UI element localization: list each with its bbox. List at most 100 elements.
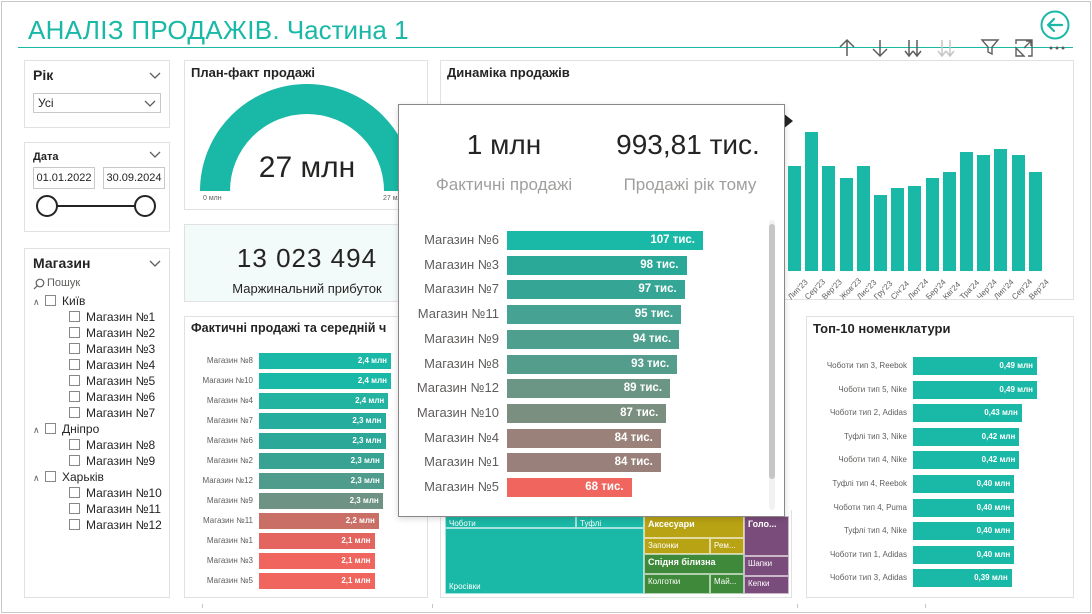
checkbox[interactable] (45, 423, 56, 434)
treemap-cell[interactable]: Кепки (744, 576, 789, 594)
sales-dynamics-bar[interactable] (960, 152, 973, 271)
fact-bar[interactable]: 2,4 млн (259, 393, 389, 409)
top10-bar-row[interactable]: Чоботи тип 4, Nike 0,42 млн (807, 451, 1075, 470)
sales-dynamics-bar[interactable] (839, 177, 853, 271)
checkbox[interactable] (69, 439, 80, 450)
checkbox[interactable] (69, 455, 80, 466)
sales-dynamics-bar[interactable] (977, 155, 991, 271)
double-arrow-down-icon[interactable] (902, 37, 924, 59)
store-item[interactable]: Магазин №10 (69, 485, 162, 501)
top10-bar-row[interactable]: Чоботи тип 3, Adidas 0,39 млн (807, 569, 1075, 588)
fact-bar-row[interactable]: Магазин №7 2,3 млн (185, 413, 429, 429)
sales-dynamics-bar[interactable] (942, 172, 956, 271)
chevron-down-icon[interactable] (149, 72, 161, 80)
store-item[interactable]: Магазин №1 (69, 309, 155, 325)
store-search-input[interactable]: Пошук (47, 277, 80, 289)
date-to-input[interactable]: 30.09.2024 (103, 167, 165, 189)
treemap-cell[interactable]: Рем... (710, 538, 744, 554)
sales-dynamics-bar[interactable] (874, 194, 887, 271)
fact-bar[interactable]: 2,2 млн (259, 513, 379, 529)
store-item[interactable]: Магазин №5 (69, 373, 155, 389)
top10-bar[interactable]: 0,49 млн (913, 357, 1037, 375)
store-item[interactable]: Магазин №12 (69, 517, 162, 533)
fact-bar[interactable]: 2,3 млн (259, 453, 384, 469)
top10-bar-row[interactable]: Чоботи тип 5, Nike 0,49 млн (807, 380, 1075, 399)
plan-fact-gauge[interactable] (195, 83, 419, 203)
fact-bar[interactable]: 2,1 млн (259, 533, 375, 549)
checkbox[interactable] (69, 391, 80, 402)
fact-bar-row[interactable]: Магазин №6 2,3 млн (185, 433, 429, 449)
fact-bar[interactable]: 2,3 млн (259, 473, 384, 489)
top10-bar[interactable]: 0,39 млн (913, 569, 1012, 588)
sales-dynamics-bar[interactable] (822, 165, 836, 271)
year-dropdown[interactable]: Усі (33, 93, 161, 113)
top10-bar-row[interactable]: Туфлі тип 3, Nike 0,42 млн (807, 427, 1075, 446)
fact-bar-row[interactable]: Магазин №1 2,1 млн (185, 533, 429, 549)
treemap-cell[interactable]: Аксесуари (644, 516, 744, 538)
sales-dynamics-bar[interactable] (856, 165, 870, 271)
sales-dynamics-bar[interactable] (1011, 155, 1025, 271)
top10-bar-row[interactable]: Туфлі тип 4, Reebok 0,40 млн (807, 475, 1075, 493)
fact-bar[interactable]: 2,1 млн (259, 573, 375, 589)
store-group-2[interactable]: ∧ Харьків (33, 469, 104, 485)
fact-bar-row[interactable]: Магазин №5 2,1 млн (185, 573, 429, 589)
fact-bar[interactable]: 2,1 млн (259, 553, 375, 569)
back-arrow-icon[interactable] (1040, 10, 1070, 40)
checkbox[interactable] (45, 471, 56, 482)
store-search[interactable]: Пошук (33, 276, 163, 292)
sales-dynamics-bar[interactable] (891, 187, 905, 271)
arrow-down-icon[interactable] (869, 37, 891, 59)
treemap-cell[interactable]: Май... (710, 574, 744, 594)
treemap-cell[interactable]: Туфлі (576, 516, 644, 528)
date-from-input[interactable]: 01.01.2022 (33, 167, 95, 189)
store-item[interactable]: Магазин №7 (69, 405, 155, 421)
sales-dynamics-bar[interactable] (925, 177, 939, 271)
top10-bar-row[interactable]: Чоботи тип 1, Adidas 0,40 млн (807, 545, 1075, 564)
checkbox[interactable] (69, 327, 80, 338)
top10-bar-row[interactable]: Чоботи тип 4, Puma 0,40 млн (807, 498, 1075, 517)
store-group-1[interactable]: ∧ Дніпро (33, 421, 99, 437)
fact-bar-row[interactable]: Магазин №3 2,1 млн (185, 553, 429, 569)
chevron-down-icon[interactable] (149, 260, 161, 268)
focus-mode-icon[interactable] (1013, 37, 1035, 59)
fact-bar[interactable]: 2,4 млн (259, 353, 391, 369)
checkbox[interactable] (69, 343, 80, 354)
store-item[interactable]: Магазин №2 (69, 325, 155, 341)
store-item[interactable]: Магазин №3 (69, 341, 155, 357)
treemap-cell[interactable]: Шапки (744, 556, 789, 576)
checkbox[interactable] (69, 487, 80, 498)
sales-dynamics-bar[interactable] (788, 165, 801, 271)
checkbox[interactable] (69, 359, 80, 370)
collapse-caret-icon[interactable]: ∧ (33, 422, 45, 438)
sales-dynamics-bar[interactable] (805, 131, 819, 271)
fact-bar-row[interactable]: Магазин №4 2,4 млн (185, 393, 429, 409)
treemap-cell[interactable]: Запонки (644, 538, 710, 554)
checkbox[interactable] (69, 519, 80, 530)
top10-bar-row[interactable]: Чоботи тип 3, Reebok 0,49 млн (807, 357, 1075, 375)
store-item[interactable]: Магазин №6 (69, 389, 155, 405)
fact-bar-row[interactable]: Магазин №10 2,4 млн (185, 373, 429, 389)
date-range-slider[interactable] (33, 193, 167, 219)
top10-bar[interactable]: 0,43 млн (913, 404, 1022, 423)
store-item[interactable]: Магазин №8 (69, 437, 155, 453)
more-options-icon[interactable] (1046, 37, 1068, 59)
checkbox[interactable] (45, 295, 56, 306)
fact-bar[interactable]: 2,4 млн (259, 373, 391, 389)
top10-bar[interactable]: 0,42 млн (913, 427, 1020, 446)
sales-dynamics-bar[interactable] (1028, 172, 1042, 271)
treemap-cell[interactable]: Колготки (644, 574, 710, 594)
top10-bar[interactable]: 0,40 млн (913, 498, 1015, 517)
chevron-down-icon[interactable] (149, 151, 161, 159)
top10-bar-row[interactable]: Чоботи тип 2, Adidas 0,43 млн (807, 404, 1075, 423)
collapse-caret-icon[interactable]: ∧ (33, 470, 45, 486)
treemap-cell[interactable]: Чоботи (445, 516, 576, 528)
fact-bar-row[interactable]: Магазин №12 2,3 млн (185, 473, 429, 489)
top10-bar[interactable]: 0,40 млн (913, 545, 1015, 564)
fact-bar-row[interactable]: Магазин №11 2,2 млн (185, 513, 429, 529)
fact-bar-row[interactable]: Магазин №9 2,3 млн (185, 493, 429, 509)
fact-bar-row[interactable]: Магазин №2 2,3 млн (185, 453, 429, 469)
fact-bar-row[interactable]: Магазин №8 2,4 млн (185, 353, 429, 369)
tooltip-scrollbar[interactable] (769, 220, 775, 510)
tooltip-scrollbar-thumb[interactable] (769, 224, 775, 479)
checkbox[interactable] (69, 375, 80, 386)
